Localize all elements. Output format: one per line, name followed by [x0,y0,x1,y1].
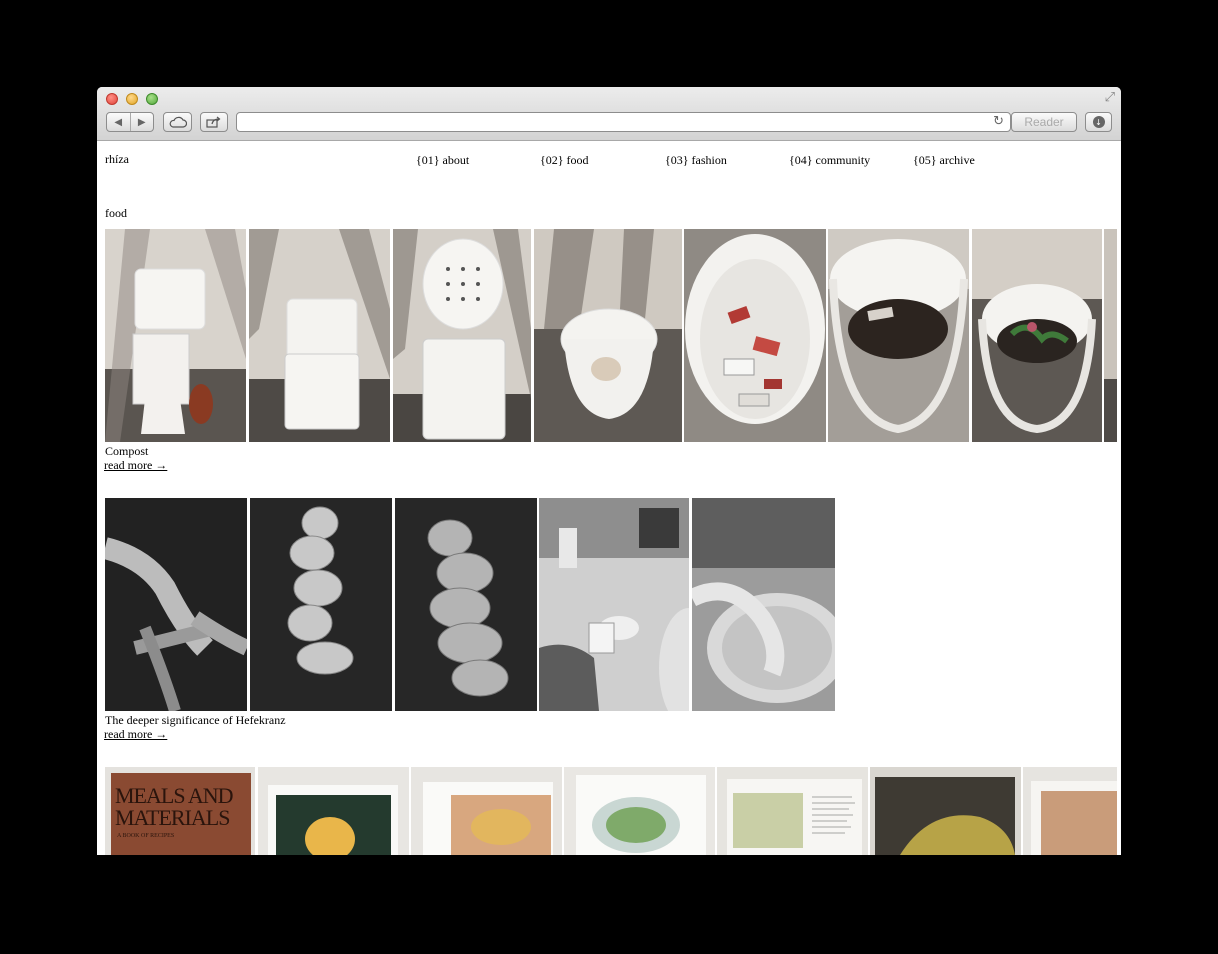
article-title-hefekranz[interactable]: The deeper significance of Hefekranz [105,713,286,728]
web-page: rhíza {01} about {02} food {03} fashion … [97,142,1121,855]
compost-photo-2[interactable] [249,229,390,442]
book-page-photo-2[interactable] [411,767,562,855]
reader-button[interactable]: Reader [1011,112,1077,132]
icloud-tabs-button[interactable] [163,112,192,132]
compost-photo-5[interactable] [684,229,826,442]
download-arrow-icon: ↓ [1092,116,1105,128]
book-page-photo-1[interactable] [258,767,409,855]
compost-photo-6[interactable] [828,229,969,442]
nav-community[interactable]: {04} community [789,153,870,168]
section-heading: food [105,206,127,220]
zoom-window-button[interactable] [146,93,158,105]
share-icon [206,116,221,128]
browser-window: ◀ ▶ ↻ Reader ↓ ⤢ rhíza {01} about {02} f… [97,87,1121,855]
book-page-photo-5[interactable] [870,767,1021,855]
hefekranz-gallery[interactable] [105,498,835,711]
hefekranz-photo-4[interactable] [539,498,689,711]
nav-about[interactable]: {01} about [416,153,469,168]
hefekranz-photo-1[interactable] [105,498,247,711]
compost-gallery[interactable] [105,229,1117,442]
minimize-window-button[interactable] [126,93,138,105]
book-page-photo-3[interactable] [564,767,715,855]
article-title-compost[interactable]: Compost [105,444,148,459]
reader-label: Reader [1024,115,1064,129]
read-more-link-compost[interactable]: read more → [104,458,167,473]
read-more-link-hefekranz[interactable]: read more → [104,727,167,742]
book-page-photo-4[interactable] [717,767,868,855]
address-bar[interactable]: ↻ [236,112,1011,132]
book-page-photo-6[interactable] [1023,767,1117,855]
hefekranz-photo-3[interactable] [395,498,537,711]
compost-photo-4[interactable] [534,229,682,442]
book-cover-subtitle: A BOOK OF RECIPES [117,833,175,839]
fullscreen-icon[interactable]: ⤢ [1105,90,1115,105]
compost-photo-7[interactable] [972,229,1102,442]
hefekranz-photo-2[interactable] [250,498,392,711]
compost-photo-1[interactable] [105,229,246,442]
back-forward-group: ◀ ▶ [106,112,154,132]
site-logo[interactable]: rhíza [105,152,129,167]
book-cover-title: MEALS AND MATERIALS [115,783,234,830]
downloads-button[interactable]: ↓ [1085,112,1112,132]
compost-photo-3[interactable] [393,229,531,442]
nav-fashion[interactable]: {03} fashion [665,153,727,168]
forward-arrow-icon[interactable]: ▶ [131,117,154,128]
close-window-button[interactable] [106,93,118,105]
nav-archive[interactable]: {05} archive [913,153,975,168]
reload-icon[interactable]: ↻ [993,114,1004,129]
share-button[interactable] [200,112,228,132]
meals-materials-gallery[interactable]: MEALS AND MATERIALS A BOOK OF RECIPES [105,767,1117,855]
book-cover-photo[interactable]: MEALS AND MATERIALS A BOOK OF RECIPES [105,767,255,855]
nav-food[interactable]: {02} food [540,153,589,168]
back-arrow-icon[interactable]: ◀ [107,117,130,128]
hefekranz-photo-5[interactable] [692,498,835,711]
cloud-icon [169,116,187,128]
compost-photo-8[interactable] [1104,229,1117,442]
browser-toolbar: ◀ ▶ ↻ Reader ↓ ⤢ [97,87,1121,141]
